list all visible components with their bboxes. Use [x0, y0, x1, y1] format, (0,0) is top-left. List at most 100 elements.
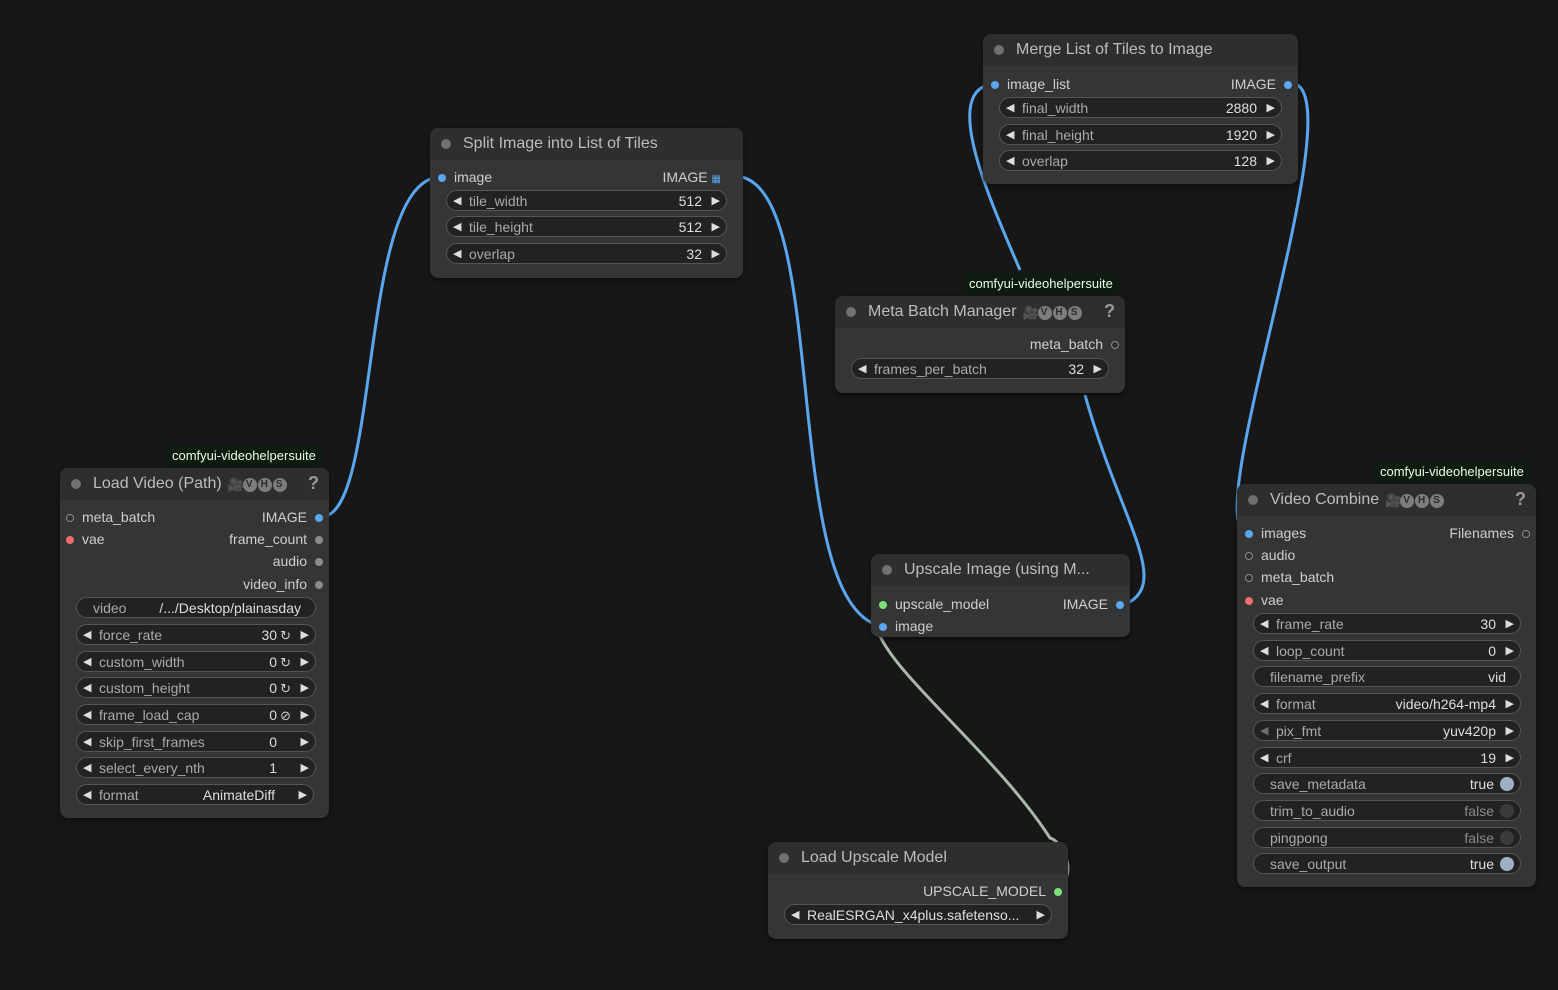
- decrement-arrow-icon[interactable]: ◀: [83, 735, 91, 748]
- output-slot-audio[interactable]: audio: [273, 553, 325, 569]
- collapse-dot[interactable]: [779, 853, 789, 863]
- node-title-bar[interactable]: Upscale Image (using M...: [871, 554, 1130, 586]
- collapse-dot[interactable]: [71, 479, 81, 489]
- increment-arrow-icon[interactable]: ▶: [301, 761, 309, 774]
- help-icon[interactable]: ?: [308, 473, 319, 494]
- increment-arrow-icon[interactable]: ▶: [301, 735, 309, 748]
- decrement-arrow-icon[interactable]: ◀: [83, 681, 91, 694]
- input-slot-vae[interactable]: vae: [1243, 592, 1284, 608]
- decrement-arrow-icon[interactable]: ◀: [83, 628, 91, 641]
- input-slot-image[interactable]: image: [877, 618, 933, 634]
- decrement-arrow-icon[interactable]: ◀: [1006, 128, 1014, 141]
- node-title-bar[interactable]: Split Image into List of Tiles: [430, 128, 743, 160]
- node-title-bar[interactable]: Load Video (Path) 🎥V H S ?: [60, 468, 329, 500]
- meta-batch-node[interactable]: Meta Batch Manager 🎥V H S ? meta_batch ◀ fra…: [835, 296, 1125, 393]
- split-image-node[interactable]: Split Image into List of Tiles image IMA…: [430, 128, 743, 278]
- node-title-bar[interactable]: Load Upscale Model: [768, 842, 1068, 874]
- increment-arrow-icon[interactable]: ▶: [301, 628, 309, 641]
- link-split-to-upscale[interactable]: [741, 175, 881, 628]
- load-upscale-model-node[interactable]: Load Upscale Model UPSCALE_MODEL ◀ RealES…: [768, 842, 1068, 939]
- help-icon[interactable]: ?: [1515, 489, 1526, 510]
- merge-tiles-node[interactable]: Merge List of Tiles to Image image_list …: [983, 34, 1298, 184]
- widget-frame-load-cap[interactable]: ◀ frame_load_cap 0 ⊘ ▶: [76, 704, 316, 725]
- widget-tile-width[interactable]: ◀ tile_width 512 ▶: [446, 190, 727, 211]
- toggle-knob[interactable]: [1500, 831, 1514, 845]
- decrement-arrow-icon[interactable]: ◀: [453, 220, 461, 233]
- widget-loop-count[interactable]: ◀ loop_count 0 ▶: [1253, 640, 1521, 661]
- input-slot-upscale-model[interactable]: upscale_model: [877, 596, 989, 612]
- widget-pix-fmt[interactable]: ◀ pix_fmt yuv420p ▶: [1253, 720, 1521, 741]
- increment-arrow-icon[interactable]: ▶: [712, 247, 720, 260]
- input-slot-meta-batch[interactable]: meta_batch: [1243, 569, 1334, 585]
- output-slot-filenames[interactable]: Filenames: [1449, 525, 1532, 541]
- output-slot-image[interactable]: IMAGE ▦: [663, 169, 739, 185]
- increment-arrow-icon[interactable]: ▶: [712, 220, 720, 233]
- increment-arrow-icon[interactable]: ▶: [1094, 362, 1102, 375]
- output-slot-image[interactable]: IMAGE: [262, 509, 325, 525]
- increment-arrow-icon[interactable]: ▶: [299, 788, 307, 801]
- decrement-arrow-icon[interactable]: ◀: [1006, 154, 1014, 167]
- widget-video-path[interactable]: video/.../Desktop/plainasday: [76, 597, 316, 618]
- input-slot-images[interactable]: images: [1243, 525, 1306, 541]
- input-slot-meta-batch[interactable]: meta_batch: [64, 509, 155, 525]
- widget-force-rate[interactable]: ◀ force_rate 30 ↻ ▶: [76, 624, 316, 645]
- decrement-arrow-icon[interactable]: ◀: [1260, 751, 1268, 764]
- decrement-arrow-icon[interactable]: ◀: [83, 761, 91, 774]
- widget-overlap[interactable]: ◀ overlap 32 ▶: [446, 243, 727, 264]
- collapse-dot[interactable]: [882, 565, 892, 575]
- widget-final-width[interactable]: ◀ final_width 2880 ▶: [999, 97, 1282, 118]
- increment-arrow-icon[interactable]: ▶: [1506, 724, 1514, 737]
- widget-format[interactable]: ◀ format AnimateDiff ▶: [76, 784, 314, 805]
- output-slot-frame-count[interactable]: frame_count: [229, 531, 325, 547]
- node-title-bar[interactable]: Video Combine 🎥V H S ?: [1237, 484, 1536, 516]
- increment-arrow-icon[interactable]: ▶: [1267, 128, 1275, 141]
- link-loadvideo-to-split[interactable]: [325, 175, 441, 518]
- widget-filename-prefix[interactable]: filename_prefix vid: [1253, 666, 1521, 687]
- decrement-arrow-icon[interactable]: ◀: [453, 247, 461, 260]
- decrement-arrow-icon[interactable]: ◀: [83, 655, 91, 668]
- input-slot-image[interactable]: image: [436, 169, 492, 185]
- output-slot-meta-batch[interactable]: meta_batch: [1030, 336, 1121, 352]
- increment-arrow-icon[interactable]: ▶: [1506, 751, 1514, 764]
- node-title-bar[interactable]: Meta Batch Manager 🎥V H S ?: [835, 296, 1125, 328]
- widget-frame-rate[interactable]: ◀ frame_rate 30 ▶: [1253, 613, 1521, 634]
- upscale-image-node[interactable]: Upscale Image (using M... upscale_model …: [871, 554, 1130, 637]
- toggle-pingpong[interactable]: pingpong false: [1253, 827, 1521, 848]
- decrement-arrow-icon[interactable]: ◀: [453, 194, 461, 207]
- toggle-knob[interactable]: [1500, 777, 1514, 791]
- load-video-node[interactable]: Load Video (Path) 🎥V H S ? meta_batch vae I…: [60, 468, 329, 818]
- increment-arrow-icon[interactable]: ▶: [1267, 154, 1275, 167]
- collapse-dot[interactable]: [846, 307, 856, 317]
- decrement-arrow-icon[interactable]: ◀: [83, 708, 91, 721]
- increment-arrow-icon[interactable]: ▶: [1506, 697, 1514, 710]
- increment-arrow-icon[interactable]: ▶: [301, 655, 309, 668]
- decrement-arrow-icon[interactable]: ◀: [1006, 101, 1014, 114]
- toggle-save-metadata[interactable]: save_metadata true: [1253, 773, 1521, 794]
- decrement-arrow-icon[interactable]: ◀: [1260, 644, 1268, 657]
- decrement-arrow-icon[interactable]: ◀: [1260, 724, 1268, 737]
- collapse-dot[interactable]: [441, 139, 451, 149]
- help-icon[interactable]: ?: [1104, 301, 1115, 322]
- increment-arrow-icon[interactable]: ▶: [1506, 644, 1514, 657]
- decrement-arrow-icon[interactable]: ◀: [83, 788, 91, 801]
- widget-skip-first-frames[interactable]: ◀ skip_first_frames 0 ▶: [76, 731, 316, 752]
- widget-tile-height[interactable]: ◀ tile_height 512 ▶: [446, 216, 727, 237]
- input-slot-audio[interactable]: audio: [1243, 547, 1295, 563]
- widget-custom-height[interactable]: ◀ custom_height 0 ↻ ▶: [76, 677, 316, 698]
- toggle-save-output[interactable]: save_output true: [1253, 853, 1521, 874]
- collapse-dot[interactable]: [994, 45, 1004, 55]
- widget-format[interactable]: ◀ format video/h264-mp4 ▶: [1253, 693, 1521, 714]
- widget-final-height[interactable]: ◀ final_height 1920 ▶: [999, 124, 1282, 145]
- widget-overlap[interactable]: ◀ overlap 128 ▶: [999, 150, 1282, 171]
- widget-crf[interactable]: ◀ crf 19 ▶: [1253, 747, 1521, 768]
- decrement-arrow-icon[interactable]: ◀: [1260, 697, 1268, 710]
- decrement-arrow-icon[interactable]: ◀: [858, 362, 866, 375]
- node-title-bar[interactable]: Merge List of Tiles to Image: [983, 34, 1298, 66]
- output-slot-upscale-model[interactable]: UPSCALE_MODEL: [923, 883, 1064, 899]
- increment-arrow-icon[interactable]: ▶: [1037, 908, 1045, 921]
- toggle-knob[interactable]: [1500, 857, 1514, 871]
- decrement-arrow-icon[interactable]: ◀: [791, 908, 799, 921]
- collapse-dot[interactable]: [1248, 495, 1258, 505]
- widget-frames-per-batch[interactable]: ◀ frames_per_batch 32 ▶: [851, 358, 1109, 379]
- widget-custom-width[interactable]: ◀ custom_width 0 ↻ ▶: [76, 651, 316, 672]
